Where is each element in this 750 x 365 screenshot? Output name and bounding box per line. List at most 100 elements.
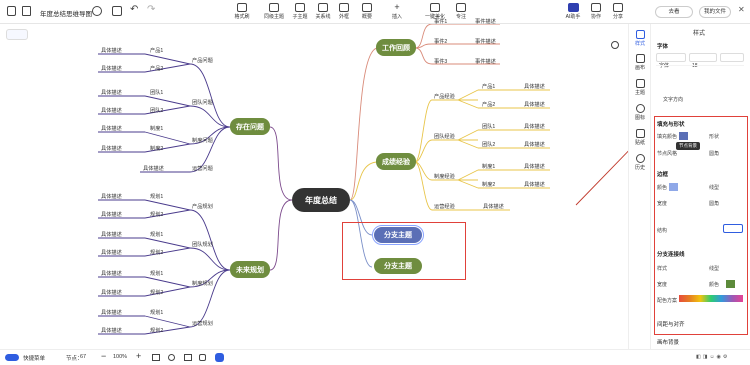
plan-item-5[interactable]: 规划1 [150,270,163,277]
plan-desc-4[interactable]: 具体描述 [101,249,122,256]
account-button[interactable]: 去看 [655,6,693,18]
problems-child-1[interactable]: 产品问题 [192,57,213,64]
font-family-select[interactable]: 字体 [656,53,686,69]
my-files-button[interactable]: 我的文件 [699,6,731,18]
plan-item-1[interactable]: 规划1 [150,193,163,200]
achieve-desc-4[interactable]: 具体描述 [524,141,545,148]
rail-history[interactable]: 历史 [631,154,649,171]
plan-desc-5[interactable]: 具体描述 [101,270,122,277]
branch-problems[interactable]: 存在问题 [230,118,270,135]
text-format-row[interactable] [656,65,744,87]
rail-icons[interactable]: 图标 [631,104,649,121]
achieve-item-2[interactable]: 产品2 [482,101,495,108]
branch-achieve[interactable]: 成绩经验 [376,153,416,170]
focus-button[interactable]: 专注 [444,3,478,20]
spacing-section-title[interactable]: 间距与对齐 [657,320,685,328]
achieve-child-2[interactable]: 团队经验 [434,133,455,140]
problems-item-2[interactable]: 产品2 [150,65,163,72]
locate-icon[interactable] [168,354,175,361]
achieve-item-3[interactable]: 团队1 [482,123,495,130]
center-node[interactable]: 年度总结 [292,188,350,212]
plan-desc-1[interactable]: 具体描述 [101,193,122,200]
achieve-item-6[interactable]: 制度2 [482,181,495,188]
achieve-desc-6[interactable]: 具体描述 [524,181,545,188]
review-desc-3[interactable]: 事件描述 [475,58,496,65]
rail-theme[interactable]: 主题 [631,79,649,96]
rail-sticker[interactable]: 贴纸 [631,129,649,146]
problems-desc-5[interactable]: 具体描述 [101,125,122,132]
problems-item-1[interactable]: 产品1 [150,47,163,54]
achieve-desc-7[interactable]: 具体描述 [483,203,504,210]
achieve-desc-5[interactable]: 具体描述 [524,163,545,170]
plan-desc-8[interactable]: 具体描述 [101,327,122,334]
structure-select[interactable] [723,224,743,233]
review-desc-2[interactable]: 事件描述 [475,38,496,45]
summary-button[interactable]: 概要 [350,3,384,20]
plan-child-3[interactable]: 制度规划 [192,280,213,287]
plan-desc-7[interactable]: 具体描述 [101,309,122,316]
rail-style[interactable]: 样式 [631,30,649,47]
plan-child-1[interactable]: 产品规划 [192,203,213,210]
review-item-3[interactable]: 事件3 [434,58,447,65]
achieve-desc-3[interactable]: 具体描述 [524,123,545,130]
problems-child-2[interactable]: 团队问题 [192,99,213,106]
problems-desc-6[interactable]: 具体描述 [101,145,122,152]
font-weight-select[interactable] [720,53,744,62]
plan-desc-3[interactable]: 具体描述 [101,231,122,238]
fit-screen-icon[interactable] [152,354,160,361]
problems-desc-3[interactable]: 具体描述 [101,89,122,96]
plan-desc-2[interactable]: 具体描述 [101,211,122,218]
plan-child-2[interactable]: 团队规划 [192,241,213,248]
plan-child-4[interactable]: 运营规划 [192,320,213,327]
share-button[interactable]: 分享 [601,3,635,20]
problems-desc-2[interactable]: 具体描述 [101,65,122,72]
robot-icon[interactable] [215,353,224,362]
doc-title[interactable]: 年度总结思维导图 [40,8,92,18]
achieve-child-1[interactable]: 产品经验 [434,93,455,100]
mindmap-canvas[interactable]: 年度总结 存在问题 未来规划 工作回顾 成绩经验 分支主题 分支主题 产品问题 … [0,19,628,349]
zoom-out-icon[interactable]: − [101,351,106,361]
plan-item-4[interactable]: 规划2 [150,249,163,256]
problems-item-4[interactable]: 团队2 [150,107,163,114]
review-desc-1[interactable]: 事件描述 [475,18,496,25]
fullscreen-icon[interactable] [184,354,192,361]
achieve-child-4[interactable]: 运营经验 [434,203,455,210]
border-color-swatch[interactable] [669,183,678,191]
font-size-select[interactable]: 18 [689,53,717,69]
review-item-1[interactable]: 事件1 [434,18,447,25]
redo-icon[interactable]: ↷ [147,4,155,15]
achieve-child-3[interactable]: 制度经验 [434,173,455,180]
problems-item-3[interactable]: 团队1 [150,89,163,96]
problems-item-6[interactable]: 制度2 [150,145,163,152]
achieve-desc-2[interactable]: 具体描述 [524,101,545,108]
fill-section-title[interactable]: 填充与形状 [657,120,685,128]
zoom-level[interactable]: 100% [113,354,127,360]
close-panel-icon[interactable]: ✕ [738,5,745,14]
insert-button[interactable]: + 插入 [380,3,414,21]
font-section-title[interactable]: 字体 [657,42,668,50]
plan-item-8[interactable]: 规划2 [150,327,163,334]
plan-item-3[interactable]: 规划1 [150,231,163,238]
bg-section-title[interactable]: 画布背景 [657,338,679,346]
problems-desc-4[interactable]: 具体描述 [101,107,122,114]
rail-canvas[interactable]: 画布 [631,54,649,71]
plan-desc-6[interactable]: 具体描述 [101,289,122,296]
problems-item-5[interactable]: 制度1 [150,125,163,132]
achieve-item-4[interactable]: 团队2 [482,141,495,148]
undo-icon[interactable]: ↶ [130,4,138,15]
plan-item-6[interactable]: 规划2 [150,289,163,296]
problems-desc-7[interactable]: 具体描述 [143,165,164,172]
palette-swatch-bar[interactable] [679,295,743,302]
branch-plan[interactable]: 未来规划 [230,261,270,278]
save-icon[interactable] [112,6,122,16]
achieve-item-1[interactable]: 产品1 [482,83,495,90]
help-icon[interactable] [92,6,102,16]
plan-item-7[interactable]: 规划1 [150,309,163,316]
achieve-item-5[interactable]: 制度1 [482,163,495,170]
achieve-desc-1[interactable]: 具体描述 [524,83,545,90]
review-item-2[interactable]: 事件2 [434,38,447,45]
text-direction-label[interactable]: 文字方向 [663,96,683,103]
plan-item-2[interactable]: 规划2 [150,211,163,218]
border-section-title[interactable]: 边框 [657,170,668,178]
format-painter-button[interactable]: 格式刷 [225,3,259,20]
